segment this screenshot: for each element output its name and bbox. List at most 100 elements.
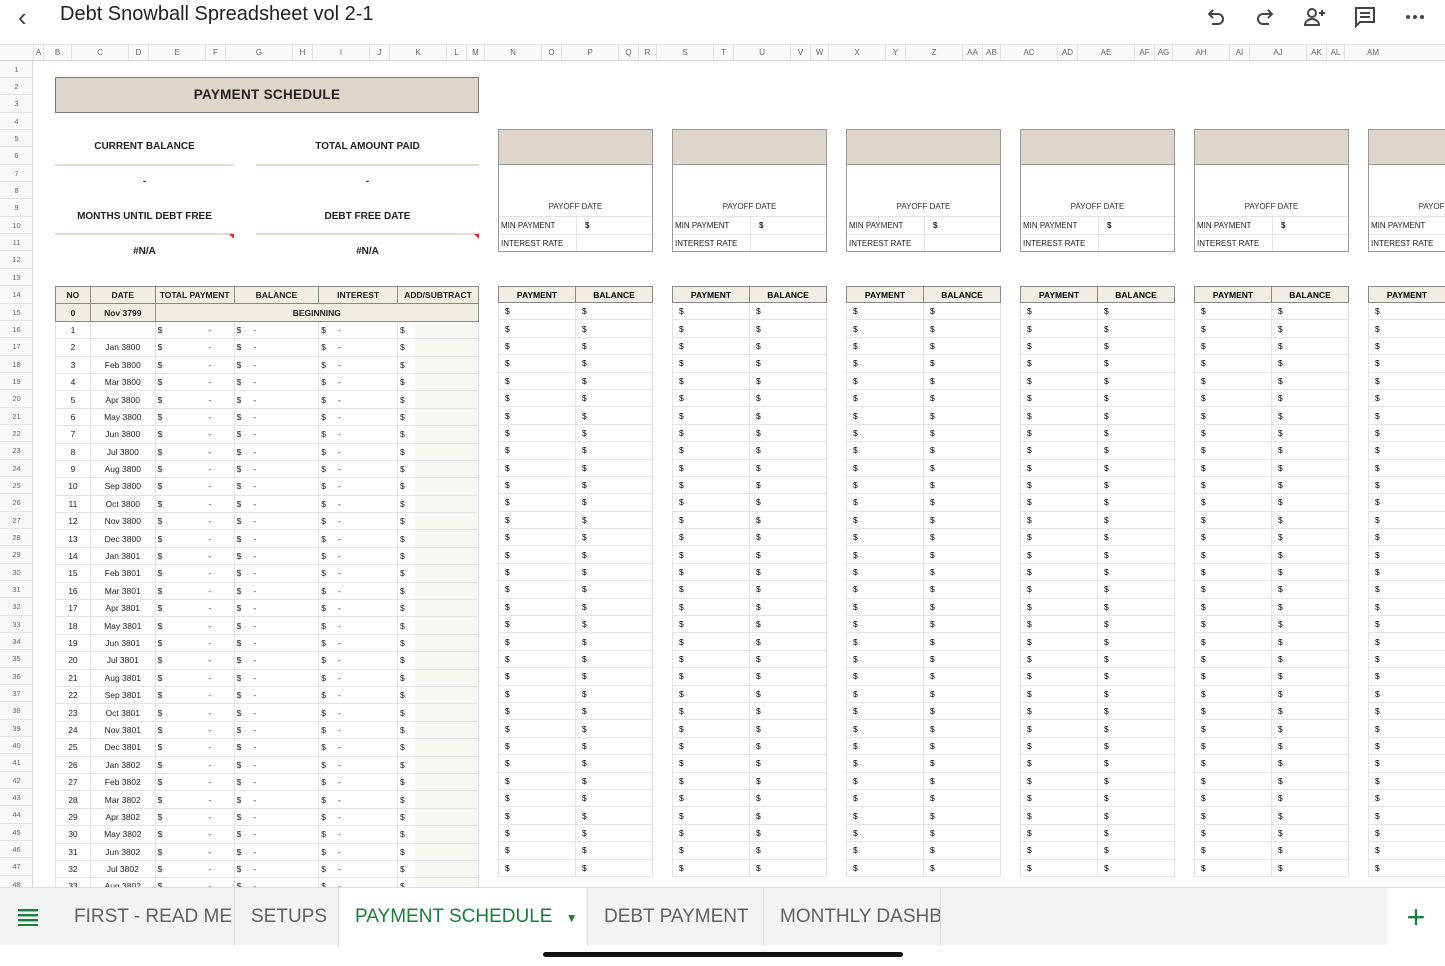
payment-cell[interactable]: $ <box>1368 754 1445 773</box>
row-add-subtract[interactable]: $ <box>397 529 479 548</box>
row-add-subtract[interactable]: $ <box>397 842 479 861</box>
balance-cell[interactable]: $ <box>1097 562 1175 582</box>
row-balance[interactable]: $ - <box>233 529 320 548</box>
payment-cell[interactable]: $ <box>498 371 576 390</box>
row-interest[interactable]: $ - <box>318 599 399 618</box>
payment-cell[interactable]: $ <box>1368 441 1445 460</box>
row-total-payment[interactable]: $ - <box>154 546 235 566</box>
balance-cell[interactable]: $ <box>575 736 653 756</box>
payment-cell[interactable]: $ <box>1368 701 1445 721</box>
row-add-subtract[interactable]: $ <box>397 738 479 757</box>
row-header[interactable]: 41 <box>0 754 32 772</box>
payment-cell[interactable]: $ <box>1194 441 1272 460</box>
row-header[interactable]: 17 <box>0 338 32 356</box>
row-no[interactable]: 27 <box>55 772 91 792</box>
min-payment-value[interactable]: $ <box>924 217 1000 235</box>
payment-cell[interactable]: $ <box>1368 615 1445 634</box>
row-balance[interactable]: $ - <box>233 772 320 792</box>
balance-cell[interactable]: $ <box>749 336 827 356</box>
row-date[interactable]: Jan 3801 <box>89 546 156 566</box>
balance-cell[interactable]: $ <box>749 684 827 703</box>
row-date[interactable]: Jun 3802 <box>89 842 156 861</box>
payment-cell[interactable]: $ <box>1368 423 1445 443</box>
payment-cell[interactable]: $ <box>846 354 924 373</box>
payment-cell[interactable]: $ <box>498 458 576 477</box>
balance-cell[interactable]: $ <box>923 545 1001 564</box>
row-no[interactable]: 8 <box>55 442 91 461</box>
add-sheet-button[interactable]: + <box>1387 888 1445 946</box>
payment-cell[interactable]: $ <box>498 441 576 460</box>
row-header[interactable]: 48 <box>0 876 32 887</box>
balance-cell[interactable]: $ <box>575 701 653 721</box>
row-add-subtract[interactable]: $ <box>397 633 479 653</box>
column-header[interactable]: Z <box>905 45 962 61</box>
column-header[interactable]: AC <box>1000 45 1057 61</box>
row-header[interactable]: 23 <box>0 442 32 460</box>
row-add-subtract[interactable]: $ <box>397 425 479 444</box>
header-no[interactable]: NO <box>55 285 91 305</box>
row-interest[interactable]: $ - <box>318 407 399 427</box>
payment-cell[interactable]: $ <box>1194 354 1272 373</box>
balance-cell[interactable]: $ <box>1271 528 1349 547</box>
row-balance[interactable]: $ - <box>233 807 320 827</box>
balance-cell[interactable]: $ <box>923 319 1001 338</box>
payment-cell[interactable]: $ <box>1194 545 1272 564</box>
row-no[interactable]: 1 <box>55 320 91 340</box>
row-balance[interactable]: $ - <box>233 790 320 809</box>
balance-cell[interactable]: $ <box>923 406 1001 425</box>
header-date[interactable]: DATE <box>89 285 156 305</box>
balance-cell[interactable]: $ <box>749 441 827 460</box>
payment-cell[interactable]: $ <box>1020 354 1098 373</box>
payment-cell[interactable]: $ <box>1194 475 1272 495</box>
balance-cell[interactable]: $ <box>923 510 1001 530</box>
row-header[interactable]: 4 <box>0 113 32 130</box>
column-header[interactable]: D <box>128 45 148 61</box>
column-header[interactable]: AG <box>1154 45 1172 61</box>
row-total-payment[interactable]: $ - <box>154 685 235 705</box>
row-interest[interactable]: $ - <box>318 581 399 601</box>
row-header[interactable]: 15 <box>0 304 32 321</box>
row-interest[interactable]: $ - <box>318 616 399 635</box>
row-balance[interactable]: $ - <box>233 720 320 740</box>
balance-cell[interactable]: $ <box>923 475 1001 495</box>
balance-cell[interactable]: $ <box>1271 319 1349 338</box>
header-balance[interactable]: BALANCE <box>923 286 1001 303</box>
balance-cell[interactable]: $ <box>1097 719 1175 738</box>
row-date[interactable]: Oct 3801 <box>89 703 156 722</box>
balance-cell[interactable]: $ <box>749 475 827 495</box>
balance-cell[interactable]: $ <box>1271 632 1349 651</box>
row-date[interactable]: Oct 3800 <box>89 494 156 514</box>
balance-cell[interactable]: $ <box>1097 788 1175 808</box>
column-header[interactable]: AF <box>1134 45 1154 61</box>
balance-cell[interactable]: $ <box>1097 545 1175 564</box>
balance-cell[interactable]: $ <box>923 354 1001 373</box>
payment-cell[interactable]: $ <box>1194 301 1272 321</box>
column-header[interactable]: F <box>205 45 225 61</box>
balance-cell[interactable]: $ <box>1097 406 1175 425</box>
balance-cell[interactable]: $ <box>923 528 1001 547</box>
balance-cell[interactable]: $ <box>923 667 1001 686</box>
row-total-payment[interactable]: $ - <box>154 355 235 374</box>
payment-cell[interactable]: $ <box>1194 528 1272 547</box>
row-date[interactable]: May 3802 <box>89 825 156 844</box>
balance-cell[interactable]: $ <box>749 406 827 425</box>
payment-cell[interactable]: $ <box>672 597 750 617</box>
balance-cell[interactable]: $ <box>575 319 653 338</box>
balance-cell[interactable]: $ <box>1097 336 1175 356</box>
sheet-grid[interactable]: PAYMENT SCHEDULE CURRENT BALANCE - TOTAL… <box>33 61 1445 887</box>
row-interest[interactable]: $ - <box>318 459 399 479</box>
payment-cell[interactable]: $ <box>1194 701 1272 721</box>
row-total-payment[interactable]: $ - <box>154 668 235 687</box>
row-interest[interactable]: $ - <box>318 790 399 809</box>
row-add-subtract[interactable]: $ <box>397 755 479 774</box>
payment-cell[interactable]: $ <box>1194 597 1272 617</box>
balance-cell[interactable]: $ <box>923 684 1001 703</box>
payment-cell[interactable]: $ <box>1194 336 1272 356</box>
row-balance[interactable]: $ - <box>233 459 320 479</box>
min-payment-value[interactable]: $ <box>576 217 652 235</box>
row-add-subtract[interactable]: $ <box>397 599 479 618</box>
row-no[interactable]: 17 <box>55 599 91 618</box>
row-header[interactable]: 28 <box>0 529 32 546</box>
balance-cell[interactable]: $ <box>923 632 1001 651</box>
row-interest[interactable]: $ - <box>318 685 399 705</box>
